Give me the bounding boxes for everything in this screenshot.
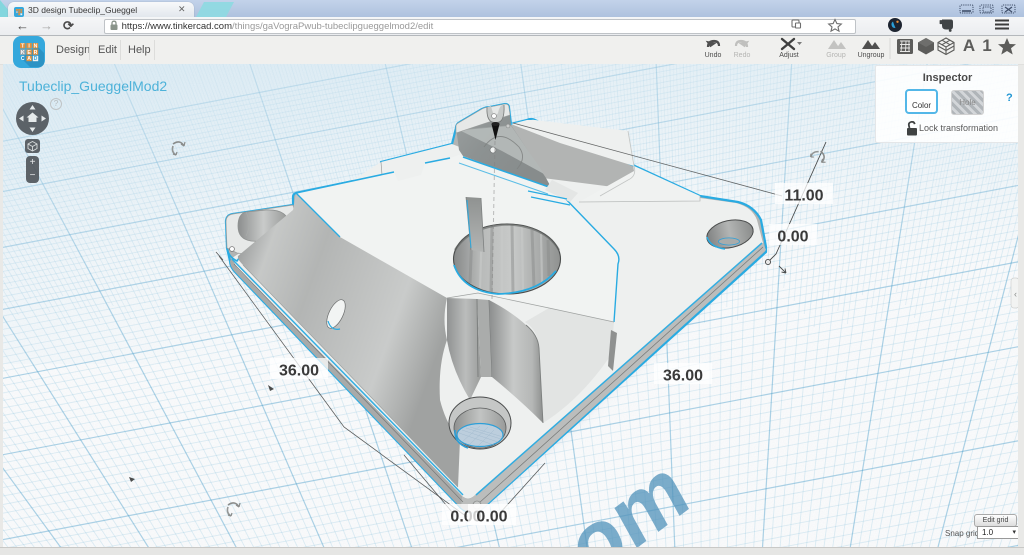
svg-text:Adjust: Adjust	[779, 52, 799, 59]
svg-text:Undo: Undo	[705, 52, 722, 59]
svg-text:A: A	[963, 36, 975, 55]
svg-text:0.00: 0.00	[476, 508, 507, 525]
svg-text:C: C	[21, 56, 25, 62]
svg-text:D: D	[34, 56, 38, 62]
svg-text:Ungroup: Ungroup	[858, 52, 885, 59]
svg-text:E: E	[27, 50, 31, 56]
svg-text:Redo: Redo	[734, 52, 751, 59]
svg-text:0.00: 0.00	[777, 228, 808, 245]
svg-text:Group: Group	[826, 52, 846, 59]
svg-text:N: N	[34, 43, 38, 49]
svg-text:36.00: 36.00	[279, 362, 319, 379]
svg-text:A: A	[27, 56, 31, 62]
svg-text:‹: ‹	[1014, 289, 1017, 299]
svg-text:R: R	[34, 50, 38, 56]
svg-text:11.00: 11.00	[784, 187, 823, 204]
svg-text:1: 1	[982, 36, 991, 55]
svg-text:36.00: 36.00	[663, 367, 703, 384]
svg-text:K: K	[21, 50, 25, 56]
